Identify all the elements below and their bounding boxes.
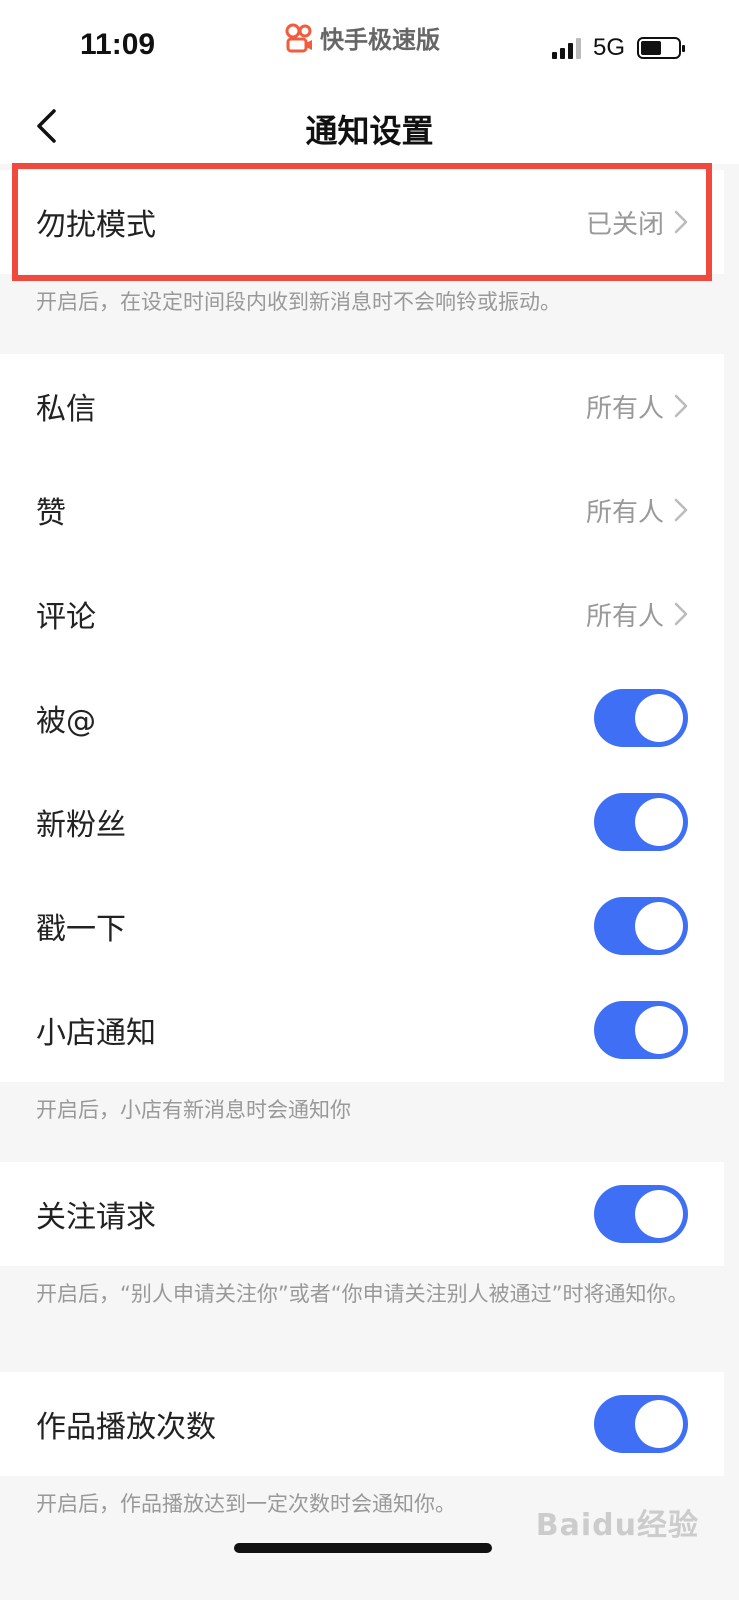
new-fans-toggle[interactable]	[594, 793, 688, 851]
toggle-knob	[635, 1400, 683, 1448]
dnd-note: 开启后，在设定时间段内收到新消息时不会响铃或振动。	[36, 290, 561, 314]
nav-bar: 通知设置	[0, 88, 739, 164]
toggle-knob	[635, 902, 683, 950]
battery-icon	[637, 37, 685, 59]
mentions-toggle[interactable]	[594, 689, 688, 747]
follow-request-note: 开启后，“别人申请关注你”或者“你申请关注别人被通过”时将通知你。	[36, 1282, 689, 1306]
row-play-count: 作品播放次数	[0, 1372, 724, 1476]
row-value: 所有人	[585, 601, 664, 632]
status-app-name: 快手极速版	[320, 26, 440, 54]
row-label: 作品播放次数	[36, 1410, 216, 1445]
row-likes[interactable]: 赞 所有人	[0, 458, 724, 562]
row-label: 关注请求	[36, 1200, 156, 1235]
row-private-message[interactable]: 私信 所有人	[0, 354, 724, 458]
status-bar: 11:09 快手极速版 5G	[0, 0, 739, 88]
row-label: 私信	[36, 392, 96, 427]
row-label: 赞	[36, 496, 66, 531]
status-app: 快手极速版	[284, 20, 440, 55]
row-follow-request: 关注请求	[0, 1162, 724, 1266]
toggle-knob	[635, 1190, 683, 1238]
row-shop: 小店通知	[0, 978, 724, 1082]
shop-toggle[interactable]	[594, 1001, 688, 1059]
status-time: 11:09	[80, 28, 156, 61]
dnd-value: 已关闭	[585, 209, 664, 240]
status-indicators: 5G	[551, 34, 685, 62]
row-poke: 戳一下	[0, 874, 724, 978]
chevron-right-icon	[674, 602, 688, 626]
play-count-toggle[interactable]	[594, 1395, 688, 1453]
network-type: 5G	[592, 34, 625, 61]
chevron-right-icon	[674, 394, 688, 418]
row-label: 评论	[36, 600, 96, 635]
row-value: 所有人	[585, 497, 664, 528]
toggle-knob	[635, 694, 683, 742]
toggle-knob	[635, 798, 683, 846]
dnd-row[interactable]: 勿扰模式 已关闭	[0, 170, 724, 274]
chevron-right-icon	[674, 210, 688, 234]
row-mentions: 被@	[0, 666, 724, 770]
row-label: 新粉丝	[36, 808, 126, 843]
signal-icon	[551, 37, 581, 59]
row-label: 戳一下	[36, 912, 126, 947]
follow-request-toggle[interactable]	[594, 1185, 688, 1243]
kuaishou-logo-icon	[284, 23, 314, 53]
row-value: 所有人	[585, 393, 664, 424]
row-label: 被@	[36, 704, 96, 739]
row-new-fans: 新粉丝	[0, 770, 724, 874]
chevron-right-icon	[674, 498, 688, 522]
watermark: Baidu经验	[535, 1508, 699, 1543]
dnd-label: 勿扰模式	[36, 208, 156, 243]
toggle-knob	[635, 1006, 683, 1054]
shop-note: 开启后，小店有新消息时会通知你	[36, 1098, 351, 1122]
row-comments[interactable]: 评论 所有人	[0, 562, 724, 666]
battery-fill	[641, 41, 661, 55]
row-label: 小店通知	[36, 1016, 156, 1051]
home-indicator	[234, 1543, 492, 1553]
page-title: 通知设置	[305, 112, 434, 150]
poke-toggle[interactable]	[594, 897, 688, 955]
